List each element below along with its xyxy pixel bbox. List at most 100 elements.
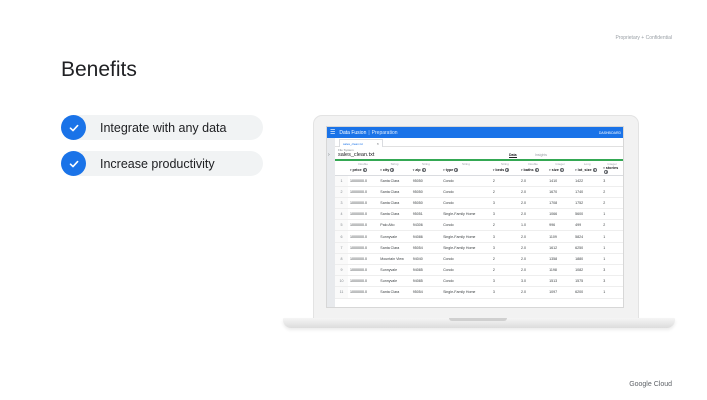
table-cell: 1410 — [547, 175, 574, 187]
table-row: 2 1000000.0 Santa Clara 95050 Condo 2 2.0 1670 1… — [335, 186, 623, 198]
table-cell: 2.0 — [519, 253, 548, 266]
dashboard-link[interactable]: DASHBOARD — [599, 131, 621, 135]
table-cell: Condo — [441, 219, 491, 232]
table-cell: 2.0 — [519, 264, 548, 277]
chevron-down-icon[interactable]: ▾ — [350, 168, 352, 172]
chevron-right-icon[interactable]: › — [328, 152, 330, 158]
table-cell: 1575 — [573, 275, 602, 288]
menu-icon[interactable]: ☰ — [330, 129, 335, 136]
table-row: 7 1000000.0 Santa Clara 95054 Single-Family … — [335, 242, 623, 254]
table-cell: Single-Family Home — [441, 208, 491, 221]
table-cell: 2 — [601, 219, 623, 232]
benefit-label: Integrate with any data — [100, 120, 227, 135]
chevron-down-icon[interactable]: ▾ — [575, 168, 577, 172]
table-cell: 1422 — [573, 175, 602, 187]
file-name: sales_clean.txt — [338, 152, 375, 158]
table-cell: 1000000.0 — [347, 230, 379, 243]
table-cell: 94040 — [410, 253, 442, 266]
column-header[interactable]: ▾type i — [441, 166, 491, 176]
chevron-down-icon[interactable]: ▾ — [549, 168, 551, 172]
tab-insights[interactable]: Insights — [535, 153, 547, 157]
table-cell: 1708 — [547, 197, 574, 210]
table-cell: Santa Clara — [378, 186, 411, 198]
table-row: 10 1000000.0 Sunnyvale 94085 Condo 3 3.0 1513 15… — [335, 275, 623, 288]
info-icon[interactable]: i — [604, 170, 609, 175]
column-header[interactable]: ▾ beds i — [490, 166, 520, 176]
chevron-down-icon[interactable]: ▾ — [380, 168, 382, 172]
column-header[interactable]: ▾size i — [547, 166, 574, 176]
table-cell: 1513 — [547, 275, 574, 288]
info-icon[interactable]: i — [421, 168, 426, 173]
table-row: 4 1000000.0 Santa Clara 95051 Single-Family … — [335, 208, 623, 221]
chevron-down-icon[interactable]: ▾ — [443, 168, 445, 172]
table-cell: 2.0 — [519, 230, 548, 243]
check-icon — [61, 151, 86, 176]
sidebar: › — [327, 138, 335, 307]
info-icon[interactable]: i — [534, 168, 539, 173]
column-header[interactable]: ▾baths i — [519, 166, 548, 176]
table-cell: 1109 — [547, 230, 574, 243]
slide-title: Benefits — [61, 58, 137, 81]
row-number: 7 — [335, 242, 348, 254]
column-header[interactable]: ▾lot_size i — [573, 166, 602, 176]
table-cell: 3 — [490, 242, 520, 254]
data-table: Double String String String String Double Inte… — [335, 161, 623, 299]
table-cell: 1612 — [547, 242, 574, 254]
info-icon[interactable]: i — [362, 168, 367, 173]
tab-sales-clean[interactable]: sales_clean.txt × — [339, 139, 383, 147]
laptop-notch — [449, 318, 507, 321]
table-cell: 1 — [601, 242, 623, 254]
table-cell: 1000000.0 — [347, 264, 379, 277]
table-cell: 2.0 — [519, 197, 548, 210]
table-cell: 1 — [601, 208, 623, 221]
table-cell: 95050 — [410, 197, 442, 210]
table-cell: 1000000.0 — [347, 186, 379, 198]
workspace: › sales_clean.txt × File System sales_cl… — [327, 138, 623, 307]
row-number: 2 — [335, 186, 348, 198]
table-cell: 2 — [601, 197, 623, 210]
table-cell: 1752 — [573, 197, 602, 210]
table-cell: 3 — [490, 286, 520, 299]
tab-bar: sales_clean.txt × — [335, 138, 623, 147]
table-cell: 94306 — [410, 219, 442, 232]
table-cell: Condo — [441, 264, 491, 277]
info-icon[interactable]: i — [390, 168, 395, 173]
table-cell: 499 — [573, 219, 602, 232]
table-cell: 1000000.0 — [347, 208, 379, 221]
tab-data[interactable]: Data — [509, 153, 517, 158]
column-header[interactable]: ▾ zip i — [410, 166, 442, 176]
table-cell: Santa Clara — [378, 208, 411, 221]
laptop-screen: ☰ Data Fusion | Preparation DASHBOARD › … — [326, 126, 624, 308]
row-number: 10 — [335, 275, 348, 288]
table-row: 6 1000000.0 Sunnyvale 94086 Single-Family Ho… — [335, 230, 623, 243]
table-cell: Single-Family Home — [441, 286, 491, 299]
table-cell: 94086 — [410, 230, 442, 243]
table-row: 11 1000000.0 Santa Clara 95054 Single-Family… — [335, 286, 623, 299]
table-cell: 1670 — [547, 186, 574, 198]
table-cell: Sunnyvale — [378, 264, 411, 277]
column-header[interactable]: ▾storiesi — [601, 166, 623, 176]
info-icon[interactable]: i — [559, 168, 564, 173]
table-cell: 5824 — [573, 230, 602, 243]
column-header[interactable]: ▾price i — [347, 166, 379, 176]
table-cell: 6200 — [573, 286, 602, 299]
header-separator: | — [368, 129, 370, 136]
info-icon[interactable]: i — [505, 168, 510, 173]
tab-label: sales_clean.txt — [343, 142, 363, 146]
table-cell: Sunnyvale — [378, 230, 411, 243]
chevron-down-icon[interactable]: ▾ — [521, 168, 523, 172]
table-cell: 1066 — [547, 208, 574, 221]
info-icon[interactable]: i — [592, 168, 597, 173]
table-cell: 996 — [547, 219, 574, 232]
row-number: 6 — [335, 230, 348, 243]
column-label: zip — [415, 168, 421, 173]
info-icon[interactable]: i — [454, 168, 459, 173]
table-cell: 2.0 — [519, 186, 548, 198]
close-icon[interactable]: × — [377, 141, 379, 146]
column-header[interactable]: ▾city i — [378, 166, 411, 176]
table-cell: 1 — [601, 230, 623, 243]
column-label: beds — [495, 168, 505, 173]
table-cell: 3 — [601, 275, 623, 288]
row-number: 9 — [335, 264, 348, 277]
column-label: price — [352, 168, 362, 173]
